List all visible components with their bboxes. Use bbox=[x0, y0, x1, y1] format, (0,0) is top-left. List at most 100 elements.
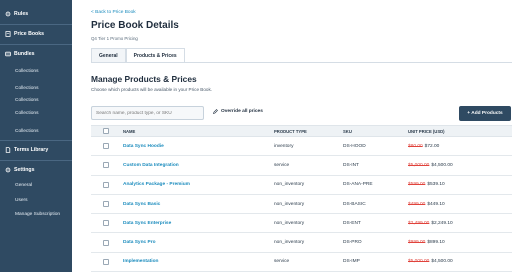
book-icon bbox=[5, 31, 11, 37]
product-type: service bbox=[274, 162, 290, 168]
override-label: Override all prices bbox=[221, 109, 263, 114]
override-price: $2,249.10 bbox=[431, 220, 453, 226]
tab-products-and-prices[interactable]: Products & Prices bbox=[125, 48, 185, 63]
main-content: < Back to Price Book Price Book Details … bbox=[72, 0, 520, 272]
unit-price: $2,499.00 $2,249.10 bbox=[408, 221, 512, 226]
divider bbox=[0, 160, 72, 161]
product-sku: DS-ENT bbox=[343, 220, 361, 226]
override-price: $539.10 bbox=[427, 182, 445, 188]
product-name-link[interactable]: Analytics Package - Premium bbox=[120, 182, 274, 187]
document-icon bbox=[5, 147, 11, 153]
product-type: non_inventory bbox=[274, 182, 305, 188]
table-row: Implementation service DS-IMP $5,000.00 $… bbox=[91, 253, 512, 272]
row-checkbox[interactable] bbox=[102, 181, 109, 188]
sidebar-item-price-books[interactable]: Price Books bbox=[0, 27, 72, 41]
product-name-link[interactable]: Implementation bbox=[120, 259, 274, 264]
product-sku: DS-IMP bbox=[343, 259, 360, 265]
add-products-button[interactable]: + Add Products bbox=[459, 106, 511, 121]
tab-general[interactable]: General bbox=[91, 48, 126, 63]
original-price: $599.00 bbox=[408, 182, 426, 188]
sidebar-item-bundles[interactable]: Bundles bbox=[0, 47, 72, 61]
column-header-sku[interactable]: SKU bbox=[343, 129, 408, 134]
row-checkbox[interactable] bbox=[102, 220, 109, 227]
divider bbox=[0, 44, 72, 45]
sidebar-subitem-collections[interactable]: Collections bbox=[15, 111, 38, 116]
override-all-prices-button[interactable]: Override all prices bbox=[213, 109, 263, 114]
sidebar-item-rules[interactable]: Rules bbox=[0, 7, 72, 21]
page-title: Price Book Details bbox=[91, 20, 179, 31]
product-name-link[interactable]: Data Sync Enterprise bbox=[120, 221, 274, 226]
override-price: $4,500.00 bbox=[431, 162, 453, 168]
table-header: NAME PRODUCT TYPE SKU UNIT PRICE (USD) bbox=[91, 125, 512, 137]
override-price: $72.00 bbox=[424, 143, 440, 149]
table-row: Data Sync Basic non_inventory DS-BASIC $… bbox=[91, 195, 512, 215]
row-checkbox[interactable] bbox=[102, 162, 109, 169]
product-name-link[interactable]: Data Sync Basic bbox=[120, 202, 274, 207]
sidebar-item-settings[interactable]: Settings bbox=[0, 163, 72, 177]
column-header-product-type[interactable]: PRODUCT TYPE bbox=[274, 129, 343, 134]
back-to-price-book-link[interactable]: < Back to Price Book bbox=[91, 10, 136, 15]
gear-icon bbox=[5, 11, 11, 17]
product-sku: DS-PRO bbox=[343, 240, 362, 246]
override-price: $899.10 bbox=[427, 240, 445, 246]
override-price: $449.10 bbox=[427, 201, 445, 207]
product-name-link[interactable]: Data Sync Hoodie bbox=[120, 144, 274, 149]
product-type: non_inventory bbox=[274, 201, 305, 207]
table-row: Custom Data Integration service DS-INT $… bbox=[91, 156, 512, 176]
product-type: non_inventory bbox=[274, 240, 305, 246]
divider bbox=[0, 140, 72, 141]
product-name-link[interactable]: Data Sync Pro bbox=[120, 240, 274, 245]
unit-price: $599.00 $539.10 bbox=[408, 182, 512, 187]
sidebar-subitem-collections[interactable]: Collections bbox=[15, 86, 38, 91]
row-checkbox[interactable] bbox=[102, 201, 109, 208]
row-checkbox[interactable] bbox=[102, 239, 109, 246]
section-title: Manage Products & Prices bbox=[91, 74, 197, 84]
original-price: $999.00 bbox=[408, 240, 426, 246]
sidebar-subitem-collections[interactable]: Collections bbox=[15, 129, 38, 134]
product-sku: DS-BASIC bbox=[343, 201, 366, 207]
divider bbox=[0, 24, 72, 25]
products-table: NAME PRODUCT TYPE SKU UNIT PRICE (USD) D… bbox=[91, 125, 512, 272]
original-price: $5,000.00 bbox=[408, 162, 430, 168]
sidebar-subitem-collections[interactable]: Collections bbox=[15, 69, 38, 74]
sidebar: Rules Price Books Bundles Collections Co… bbox=[0, 0, 72, 272]
unit-price: $499.00 $449.10 bbox=[408, 202, 512, 207]
unit-price: $5,000.00 $4,500.00 bbox=[408, 259, 512, 264]
search-input[interactable] bbox=[91, 106, 204, 120]
unit-price: $999.00 $899.10 bbox=[408, 240, 512, 245]
sidebar-subitem-users[interactable]: Users bbox=[15, 198, 28, 203]
select-all-checkbox[interactable] bbox=[102, 128, 109, 134]
original-price: $5,000.00 bbox=[408, 259, 430, 265]
sidebar-item-label: Rules bbox=[14, 11, 29, 17]
sidebar-item-terms-library[interactable]: Terms Library bbox=[0, 143, 72, 157]
sidebar-item-label: Terms Library bbox=[14, 147, 49, 153]
bundle-icon bbox=[5, 51, 11, 57]
product-type: service bbox=[274, 259, 290, 265]
product-type: non_inventory bbox=[274, 220, 305, 226]
column-header-name[interactable]: NAME bbox=[120, 129, 274, 134]
table-row: Analytics Package - Premium non_inventor… bbox=[91, 176, 512, 195]
product-type: inventory bbox=[274, 143, 294, 149]
section-description: Choose which products will be available … bbox=[91, 87, 213, 92]
tab-bar: General Products & Prices bbox=[91, 48, 185, 63]
original-price: $499.00 bbox=[408, 201, 426, 207]
product-name-link[interactable]: Custom Data Integration bbox=[120, 163, 274, 168]
pencil-icon bbox=[213, 109, 218, 114]
column-header-unit-price[interactable]: UNIT PRICE (USD) bbox=[408, 129, 512, 134]
sidebar-subitem-general[interactable]: General bbox=[15, 183, 32, 188]
product-sku: DS-ANA-PRE bbox=[343, 182, 373, 188]
sidebar-item-label: Bundles bbox=[14, 51, 35, 57]
unit-price: $5,000.00 $4,500.00 bbox=[408, 163, 512, 168]
row-checkbox[interactable] bbox=[102, 258, 109, 265]
unit-price: $80.00 $72.00 bbox=[408, 144, 512, 149]
table-row: Data Sync Pro non_inventory DS-PRO $999.… bbox=[91, 233, 512, 253]
row-checkbox[interactable] bbox=[102, 143, 109, 150]
sidebar-item-label: Settings bbox=[14, 167, 35, 173]
product-sku: DS-INT bbox=[343, 162, 359, 168]
product-sku: DS-HOOD bbox=[343, 143, 366, 149]
sidebar-subitem-collections[interactable]: Collections bbox=[15, 98, 38, 103]
gear-icon bbox=[5, 167, 11, 173]
sidebar-subitem-manage-subscription[interactable]: Manage Subscription bbox=[15, 212, 60, 217]
original-price: $2,499.00 bbox=[408, 220, 430, 226]
page-subtitle: Q4 Tier 1 Promo Pricing bbox=[91, 36, 138, 41]
